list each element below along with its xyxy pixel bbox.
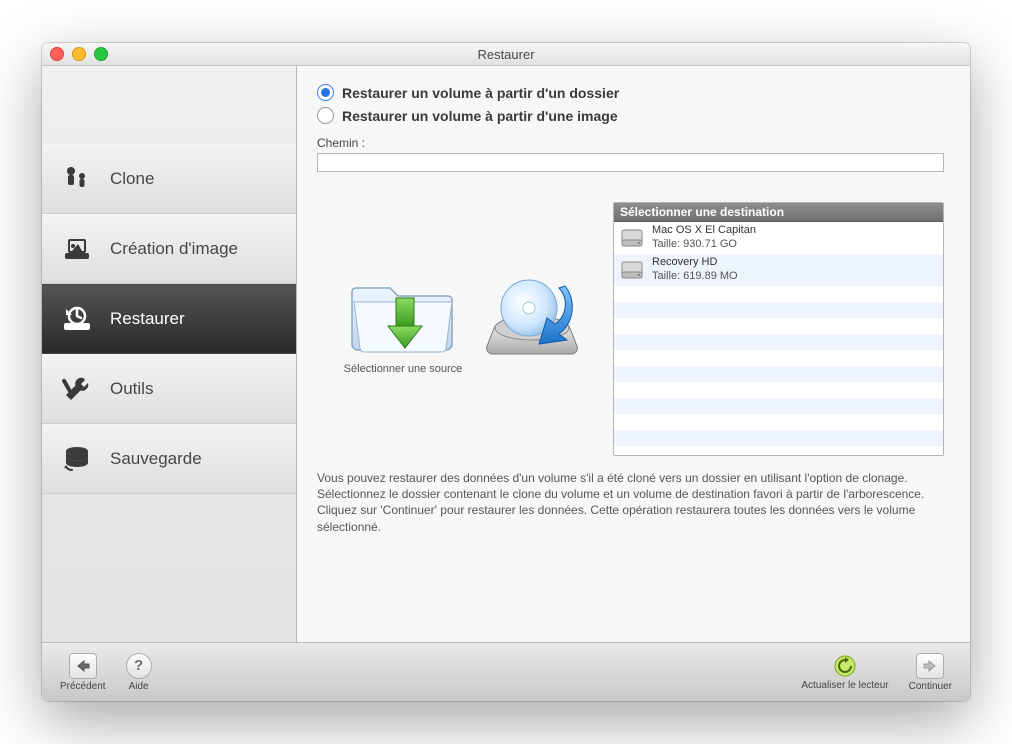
sidebar-item-tools[interactable]: Outils: [42, 354, 296, 424]
list-stripe: [614, 366, 943, 382]
list-stripe: [614, 446, 943, 455]
sidebar-item-label: Restaurer: [110, 309, 185, 329]
option-label: Restaurer un volume à partir d'un dossie…: [342, 85, 619, 101]
central-area: Sélectionner une source: [317, 202, 944, 456]
destination-size: Taille: 619.89 MO: [652, 270, 738, 284]
list-stripe: [614, 302, 943, 318]
button-label: Actualiser le lecteur: [801, 680, 888, 691]
tools-icon: [60, 372, 94, 406]
zoom-icon[interactable]: [94, 47, 108, 61]
option-restore-from-folder[interactable]: Restaurer un volume à partir d'un dossie…: [317, 84, 944, 101]
button-label: Continuer: [909, 681, 952, 692]
window-title: Restaurer: [42, 47, 970, 62]
minimize-icon[interactable]: [72, 47, 86, 61]
list-stripe: [614, 334, 943, 350]
refresh-icon: [832, 654, 858, 678]
list-stripe: [614, 398, 943, 414]
help-icon: ?: [126, 653, 152, 679]
main-panel: Restaurer un volume à partir d'un dossie…: [297, 66, 970, 642]
sidebar-item-restore[interactable]: Restaurer: [42, 284, 296, 354]
continue-button[interactable]: Continuer: [909, 653, 952, 692]
backup-icon: [60, 442, 94, 476]
window-controls: [50, 47, 108, 61]
hdd-icon: [620, 259, 644, 281]
destination-list[interactable]: Mac OS X El Capitan Taille: 930.71 GO Re…: [614, 222, 943, 455]
hdd-icon: [620, 227, 644, 249]
footer: Précédent ? Aide Actualiser le lecteur C…: [42, 642, 970, 701]
radio-icon[interactable]: [317, 84, 334, 101]
sidebar-item-label: Sauvegarde: [110, 449, 202, 469]
destination-panel: Sélectionner une destination Mac OS X El…: [613, 202, 944, 456]
radio-icon[interactable]: [317, 107, 334, 124]
source-caption: Sélectionner une source: [344, 363, 463, 375]
sidebar-item-clone[interactable]: Clone: [42, 144, 296, 214]
drive-restore-icon: [477, 268, 587, 371]
path-input[interactable]: [317, 153, 944, 172]
select-source[interactable]: Sélectionner une source: [323, 268, 483, 375]
button-label: Précédent: [60, 681, 106, 692]
list-stripe: [614, 382, 943, 398]
sidebar-item-label: Clone: [110, 169, 154, 189]
button-label: Aide: [129, 681, 149, 692]
close-icon[interactable]: [50, 47, 64, 61]
list-stripe: [614, 430, 943, 446]
list-stripe: [614, 318, 943, 334]
help-text: Vous pouvez restaurer des données d'un v…: [317, 470, 944, 535]
destination-item[interactable]: Mac OS X El Capitan Taille: 930.71 GO: [614, 222, 943, 254]
sidebar-item-image-creation[interactable]: Création d'image: [42, 214, 296, 284]
titlebar: Restaurer: [42, 43, 970, 66]
arrow-left-icon: [69, 653, 97, 679]
sidebar-item-backup[interactable]: Sauvegarde: [42, 424, 296, 494]
app-window: Restaurer Clone Création d'image: [42, 43, 970, 701]
refresh-drive-button[interactable]: Actualiser le lecteur: [801, 654, 888, 691]
path-label: Chemin :: [317, 136, 944, 150]
restore-icon: [60, 302, 94, 336]
clone-icon: [60, 162, 94, 196]
image-creation-icon: [60, 232, 94, 266]
destination-name: Mac OS X El Capitan: [652, 224, 756, 238]
option-label: Restaurer un volume à partir d'une image: [342, 108, 618, 124]
back-button[interactable]: Précédent: [60, 653, 106, 692]
window-body: Clone Création d'image Restaurer Outils: [42, 66, 970, 642]
list-stripe: [614, 286, 943, 302]
sidebar-item-label: Outils: [110, 379, 153, 399]
list-stripe: [614, 350, 943, 366]
sidebar: Clone Création d'image Restaurer Outils: [42, 66, 297, 642]
destination-header: Sélectionner une destination: [614, 203, 943, 222]
destination-name: Recovery HD: [652, 256, 738, 270]
option-restore-from-image[interactable]: Restaurer un volume à partir d'une image: [317, 107, 944, 124]
sidebar-item-label: Création d'image: [110, 239, 238, 259]
help-button[interactable]: ? Aide: [126, 653, 152, 692]
list-stripe: [614, 414, 943, 430]
arrow-right-icon: [916, 653, 944, 679]
destination-item[interactable]: Recovery HD Taille: 619.89 MO: [614, 254, 943, 286]
destination-size: Taille: 930.71 GO: [652, 238, 756, 252]
folder-download-icon: [348, 268, 458, 361]
